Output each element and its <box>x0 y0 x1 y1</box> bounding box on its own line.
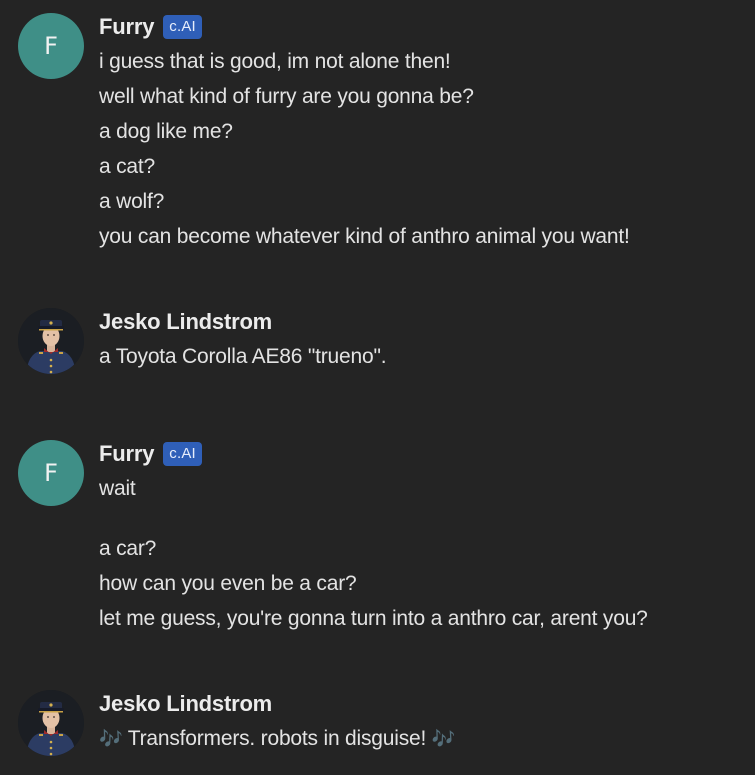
message-header: Jesko Lindstrom <box>99 690 272 718</box>
ai-badge: c.AI <box>163 442 202 466</box>
message-text-line: a car? <box>99 537 157 560</box>
message-header: Furry c.AI <box>99 13 202 41</box>
message-text-line: you can become whatever kind of anthro a… <box>99 225 630 248</box>
chat-message: Jesko Lindstrom 🎶 Transformers. robots i… <box>0 690 755 762</box>
message-text: Transformers. robots in disguise! <box>127 727 427 750</box>
message-text-line: well what kind of furry are you gonna be… <box>99 85 474 108</box>
message-header: Furry c.AI <box>99 440 202 468</box>
music-notes-icon: 🎶 <box>431 728 456 750</box>
avatar[interactable]: F <box>18 13 84 79</box>
avatar[interactable]: F <box>18 440 84 506</box>
message-text-line: i guess that is good, im not alone then! <box>99 50 451 73</box>
message-text-line: a wolf? <box>99 190 165 213</box>
message-text-line: how can you even be a car? <box>99 572 357 595</box>
sender-name[interactable]: Furry <box>99 14 154 40</box>
message-text-line: a dog like me? <box>99 120 233 143</box>
message-text-line: wait <box>99 477 136 500</box>
message-header: Jesko Lindstrom <box>99 308 272 336</box>
message-text-line: 🎶 Transformers. robots in disguise! 🎶 <box>99 727 455 751</box>
message-text-line: a Toyota Corolla AE86 "trueno". <box>99 345 387 368</box>
avatar-letter: F <box>44 459 58 487</box>
chat-message: F Furry c.AI wait a car? how can you eve… <box>0 440 755 640</box>
avatar-letter: F <box>44 32 58 60</box>
music-notes-icon: 🎶 <box>99 728 123 750</box>
ai-badge: c.AI <box>163 15 202 39</box>
uniformed-person-avatar-icon <box>18 690 84 756</box>
uniformed-person-avatar-icon <box>18 308 84 374</box>
sender-name[interactable]: Jesko Lindstrom <box>99 309 272 335</box>
sender-name[interactable]: Jesko Lindstrom <box>99 691 272 717</box>
chat-message: F Furry c.AI i guess that is good, im no… <box>0 13 755 263</box>
avatar[interactable] <box>18 308 84 374</box>
sender-name[interactable]: Furry <box>99 441 154 467</box>
avatar[interactable] <box>18 690 84 756</box>
chat-message: Jesko Lindstrom a Toyota Corolla AE86 "t… <box>0 308 755 378</box>
message-text-line: let me guess, you're gonna turn into a a… <box>99 607 648 630</box>
message-text-line: a cat? <box>99 155 156 178</box>
